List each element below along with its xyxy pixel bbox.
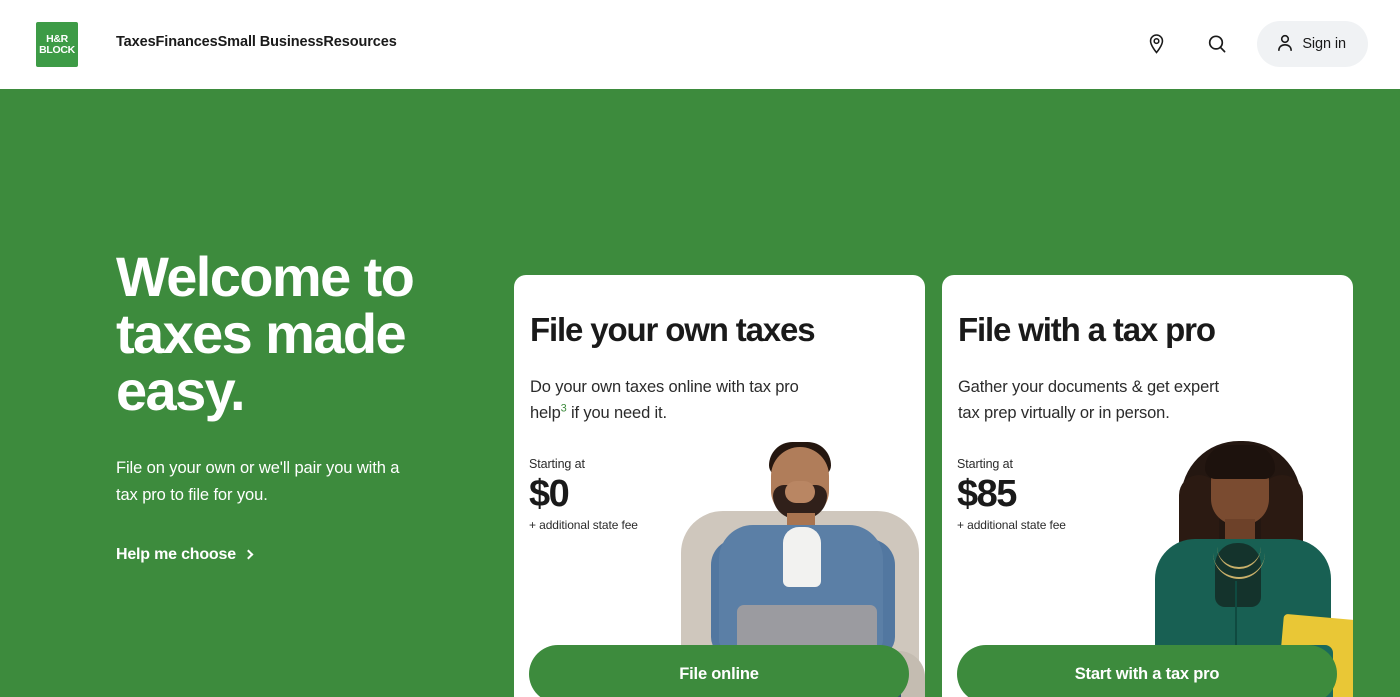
hr-block-logo[interactable]: H&R BLOCK [36,22,78,67]
header-actions: Sign in [1141,21,1368,67]
hero-copy: Welcome to taxes made easy. File on your… [116,248,516,564]
nav-item-resources[interactable]: Resources [323,34,396,50]
nav-item-small-business[interactable]: Small Business [218,34,324,50]
sign-in-label: Sign in [1302,36,1346,52]
page-title: Welcome to taxes made easy. [116,245,415,422]
card-file-your-own-taxes[interactable]: File your own taxes Do your own taxes on… [514,275,925,697]
search-icon[interactable] [1202,29,1232,59]
hero-subtitle: File on your own or we'll pair you with … [116,459,400,504]
card-title: File with a tax pro [958,311,1216,348]
price-suffix: + additional state fee [529,518,638,532]
card-title: File your own taxes [530,311,816,348]
price-amount: $0 [529,473,570,515]
price-suffix: + additional state fee [957,518,1066,532]
card-description-text-after: if you need it. [566,404,667,422]
card-file-with-a-tax-pro[interactable]: File with a tax pro Gather your document… [942,275,1353,697]
person-icon [1277,34,1293,55]
chevron-right-icon [243,549,254,560]
hero-section: Welcome to taxes made easy. File on your… [0,89,1400,697]
logo-line-2: BLOCK [39,43,75,56]
card-description: Do your own taxes online with tax pro he… [530,374,812,426]
nav-item-taxes[interactable]: Taxes [116,34,156,50]
price-block: Starting at $85 + additional state fee [957,456,1066,532]
card-description: Gather your documents & get expert tax p… [958,374,1240,426]
site-header: H&R BLOCK Taxes Finances Small Business … [0,0,1400,89]
price-prefix: Starting at [529,457,585,471]
logo-line-1: H&R [46,32,68,45]
location-pin-icon[interactable] [1141,29,1171,59]
nav-item-finances[interactable]: Finances [156,34,218,50]
page-root: H&R BLOCK Taxes Finances Small Business … [0,0,1400,697]
help-me-choose-label: Help me choose [116,546,236,563]
sign-in-button[interactable]: Sign in [1257,21,1368,67]
start-with-tax-pro-button[interactable]: Start with a tax pro [957,645,1337,697]
card-description-text: Gather your documents & get expert tax p… [958,378,1219,422]
price-prefix: Starting at [957,457,1013,471]
price-amount: $85 [957,473,1017,515]
price-block: Starting at $0 + additional state fee [529,456,638,532]
main-navigation: Taxes Finances Small Business Resources [116,34,397,50]
help-me-choose-link[interactable]: Help me choose [116,546,254,564]
file-online-button[interactable]: File online [529,645,909,697]
